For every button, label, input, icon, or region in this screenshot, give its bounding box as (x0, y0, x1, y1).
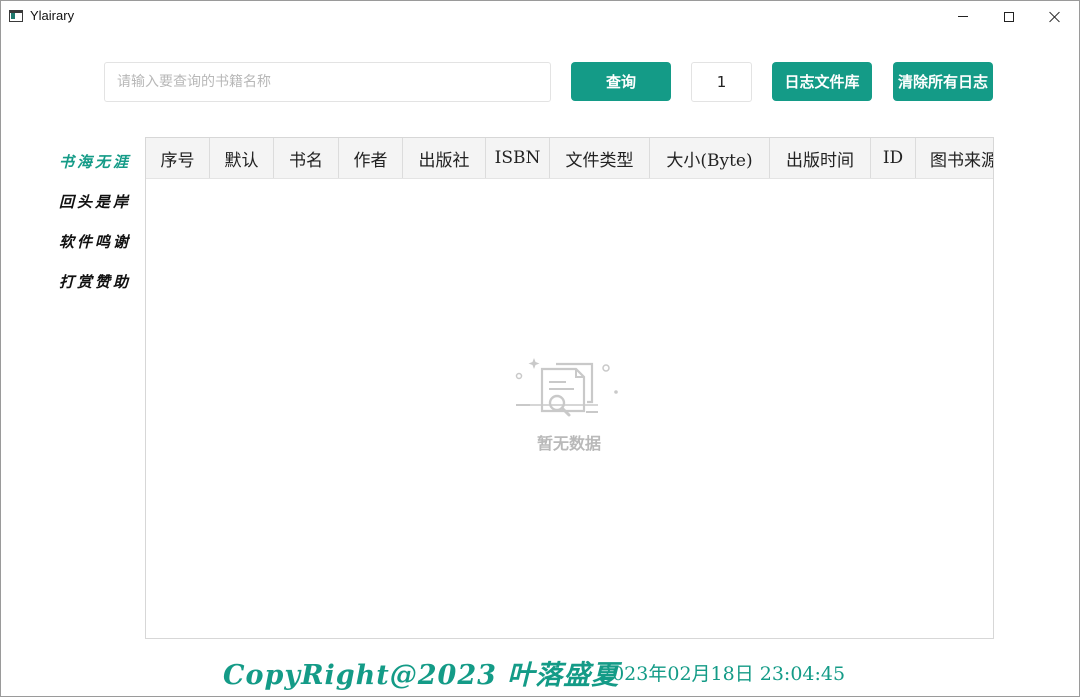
sidebar-item-label: 软件鸣谢 (59, 232, 132, 251)
column-header-author[interactable]: 作者 (339, 138, 403, 178)
minimize-button[interactable] (940, 1, 986, 32)
sidebar-item-label: 书海无涯 (59, 152, 132, 171)
table-header: 序号 默认 书名 作者 出版社 ISBN 文件类型 大小(Byte) 出版时间 … (146, 138, 993, 179)
empty-state: 暂无数据 (514, 352, 624, 454)
app-icon (9, 10, 23, 22)
column-header-size[interactable]: 大小(Byte) (650, 138, 770, 178)
sidebar-nav: 书海无涯 回头是岸 软件鸣谢 打赏赞助 (41, 141, 141, 301)
column-header-default[interactable]: 默认 (210, 138, 274, 178)
column-header-file-type[interactable]: 文件类型 (550, 138, 650, 178)
query-button[interactable]: 查询 (571, 62, 671, 101)
sidebar-item-turn-back[interactable]: 回头是岸 (41, 181, 141, 221)
book-table[interactable]: 序号 默认 书名 作者 出版社 ISBN 文件类型 大小(Byte) 出版时间 … (145, 137, 994, 639)
log-library-button[interactable]: 日志文件库 (772, 62, 872, 101)
page-number-field[interactable]: 1 (691, 62, 752, 102)
datetime-display: 2023年02月18日 23:04:45 (600, 663, 846, 685)
no-data-document-search-icon (515, 358, 618, 417)
column-header-title[interactable]: 书名 (274, 138, 339, 178)
title-bar[interactable]: Ylairary (1, 1, 1079, 32)
maximize-icon (1004, 11, 1014, 22)
window-title: Ylairary (30, 8, 75, 23)
column-header-publish-date[interactable]: 出版时间 (770, 138, 871, 178)
minimize-icon (958, 16, 968, 17)
sidebar-item-label: 回头是岸 (59, 192, 132, 211)
column-header-publisher[interactable]: 出版社 (403, 138, 486, 178)
column-header-id[interactable]: ID (871, 138, 916, 178)
sidebar-item-donate[interactable]: 打赏赞助 (41, 261, 141, 301)
app-window: Ylairary 查询 1 日志文件库 清除所有日志 书海无涯 回头是岸 软件鸣… (0, 0, 1080, 697)
maximize-button[interactable] (986, 1, 1032, 32)
close-button[interactable] (1032, 1, 1078, 32)
empty-state-text: 暂无数据 (536, 434, 601, 453)
sidebar-item-acknowledgements[interactable]: 软件鸣谢 (41, 221, 141, 261)
close-icon (1049, 11, 1061, 23)
clear-logs-button[interactable]: 清除所有日志 (893, 62, 993, 101)
sidebar-item-label: 打赏赞助 (59, 272, 132, 291)
search-input[interactable] (104, 62, 551, 102)
copyright-text: CopyRight@2023 叶落盛夏 (223, 660, 620, 691)
sidebar-item-book-search[interactable]: 书海无涯 (41, 141, 141, 181)
column-header-source[interactable]: 图书来源 (916, 138, 993, 178)
column-header-index[interactable]: 序号 (146, 138, 210, 178)
column-header-isbn[interactable]: ISBN (486, 138, 550, 178)
